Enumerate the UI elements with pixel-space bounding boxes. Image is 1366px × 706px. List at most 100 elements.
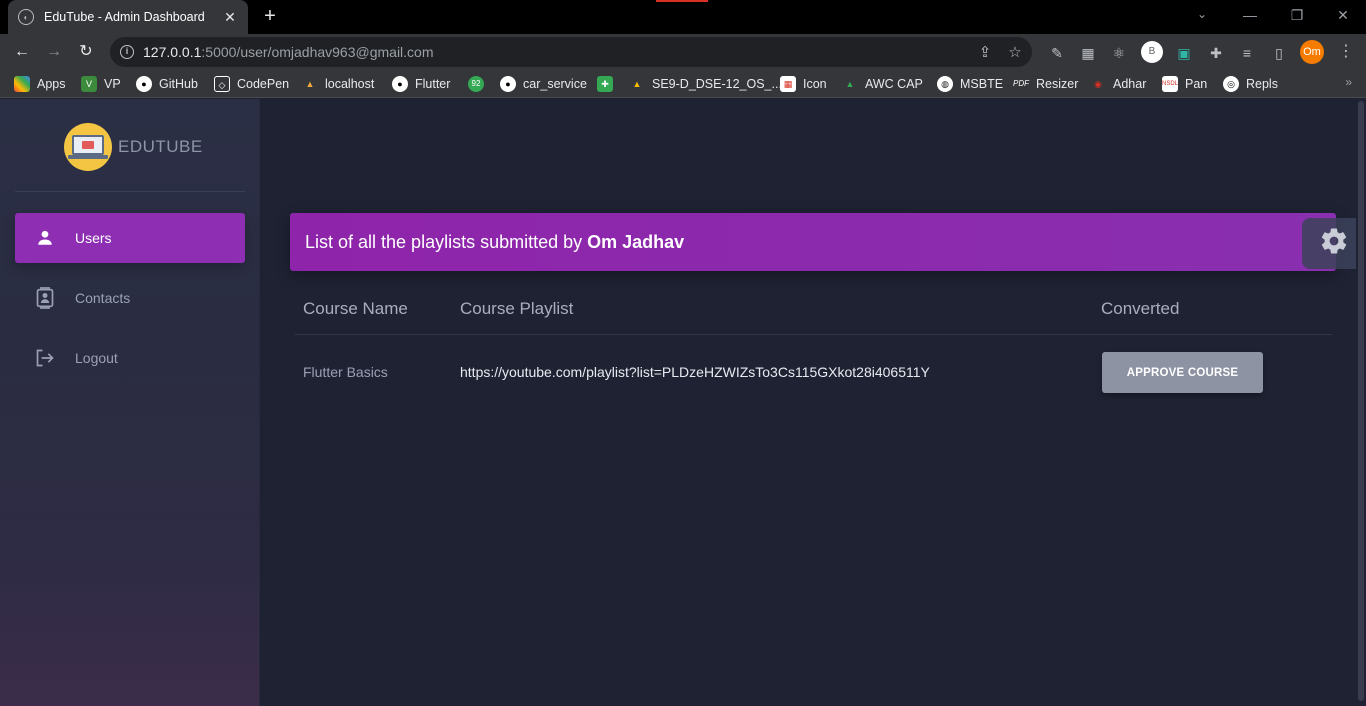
github-icon: ●	[500, 76, 516, 92]
approve-course-button[interactable]: APPROVE COURSE	[1102, 352, 1263, 393]
bookmark-car-service[interactable]: ● car_service	[500, 75, 587, 93]
url-host: 127.0.0.1	[143, 44, 202, 60]
bookmark-label: Resizer	[1036, 77, 1079, 91]
bookmark-repls[interactable]: ◎ Repls	[1223, 75, 1278, 93]
title-prefix: List of all the playlists submitted by	[305, 231, 588, 252]
codepen-icon: ◇	[214, 76, 230, 92]
restore-icon[interactable]: ❐	[1287, 5, 1307, 25]
cell-course-name: Flutter Basics	[303, 364, 388, 380]
bookmark-flutter[interactable]: ● Flutter	[392, 75, 450, 93]
profile-avatar[interactable]: Om	[1300, 40, 1324, 64]
person-icon	[35, 228, 55, 248]
browser-tab-strip: ◐ EduTube - Admin Dashboard ✕ + ⌄ — ❐ ✕	[0, 0, 1366, 34]
card-header: List of all the playlists submitted by O…	[290, 213, 1336, 271]
logo-screen	[72, 135, 104, 155]
tab-search-chevron-icon[interactable]: ⌄	[1197, 7, 1213, 25]
sidebar-item-users[interactable]: Users	[15, 213, 245, 263]
bookmark-github[interactable]: ● GitHub	[136, 75, 198, 93]
bookmark-localhost[interactable]: ▲ localhost	[302, 75, 375, 93]
bookmark-apps[interactable]: Apps	[14, 75, 66, 93]
tab-strip-indicator	[656, 0, 708, 2]
adhar-icon: ◉	[1094, 79, 1102, 89]
contacts-icon	[35, 287, 55, 309]
bookmark-label: AWC CAP	[865, 77, 923, 91]
brand-name: EDUTUBE	[118, 137, 203, 156]
extensions-puzzle-icon[interactable]: ✚	[1206, 43, 1226, 63]
bookmark-star-icon[interactable]: ☆	[1006, 44, 1024, 62]
react-devtools-icon[interactable]: ⚛	[1109, 43, 1129, 63]
replit-icon: ◎	[1223, 76, 1239, 92]
bookmark-label: VP	[104, 77, 121, 91]
sidebar: EDUTUBE Users Contacts Logout	[0, 99, 260, 706]
gear-icon	[1319, 226, 1349, 261]
site-info-icon[interactable]: i	[120, 45, 134, 59]
cell-course-playlist: https://youtube.com/playlist?list=PLDzeH…	[460, 364, 930, 380]
bookmark-label: SE9-D_DSE-12_OS_...	[652, 77, 782, 91]
tab-edutube[interactable]: ◐ EduTube - Admin Dashboard ✕	[8, 0, 248, 34]
apps-grid-icon	[14, 76, 30, 92]
page-content: EDUTUBE Users Contacts Logout List of al…	[0, 99, 1366, 706]
badge-92-icon: 92	[468, 76, 484, 92]
sidebar-item-label: Contacts	[75, 290, 131, 306]
page-scrollbar[interactable]	[1356, 99, 1366, 706]
back-arrow-icon[interactable]: ←	[10, 40, 34, 64]
more-menu-icon[interactable]: ⋮	[1338, 41, 1354, 63]
bookmark-label: CodePen	[237, 77, 290, 91]
logo-base	[68, 155, 108, 159]
title-user: Om Jadhav	[587, 231, 685, 252]
bookmarks-overflow-icon[interactable]: »	[1345, 75, 1352, 89]
bookmark-label: localhost	[325, 77, 375, 91]
extension-pen-icon[interactable]: ✎	[1047, 43, 1067, 63]
extension-teal-icon[interactable]: ▣	[1174, 43, 1194, 63]
minimize-icon[interactable]: —	[1240, 5, 1260, 25]
localhost-icon: ▲	[305, 79, 315, 89]
bookmark-se9[interactable]: ▲ SE9-D_DSE-12_OS_...	[629, 75, 782, 93]
new-tab-button[interactable]: +	[258, 5, 282, 29]
bookmark-label: Icon	[803, 77, 827, 91]
bookmark-pan[interactable]: NSDL Pan	[1162, 75, 1207, 93]
address-bar[interactable]: i 127.0.0.1:5000/user/omjadhav963@gmail.…	[110, 37, 1032, 67]
media-control-icon[interactable]: ≡	[1237, 43, 1257, 63]
pdf-icon: PDF	[1013, 79, 1029, 88]
bookmark-resizer[interactable]: PDF Resizer	[1013, 75, 1078, 93]
main-panel: List of all the playlists submitted by O…	[260, 99, 1366, 706]
bookmark-label: Apps	[37, 77, 66, 91]
bookmark-label: MSBTE	[960, 77, 1004, 91]
extension-grid-icon[interactable]: ▦	[1078, 43, 1098, 63]
bookmark-label: Adhar	[1113, 77, 1147, 91]
bookmark-label: Flutter	[415, 77, 451, 91]
bookmark-green[interactable]: ✚	[597, 75, 620, 93]
icon-site-icon: ▦	[780, 76, 796, 92]
side-panel-icon[interactable]: ▯	[1269, 43, 1289, 63]
column-header-course-name: Course Name	[303, 299, 408, 318]
forward-arrow-icon[interactable]: →	[42, 40, 66, 64]
edutube-logo	[64, 123, 112, 171]
bookmark-vp[interactable]: V VP	[81, 75, 121, 93]
sidebar-item-contacts[interactable]: Contacts	[15, 273, 245, 323]
brand[interactable]: EDUTUBE	[64, 123, 203, 171]
page-favicon-icon: ◐	[18, 9, 34, 25]
scrollbar-thumb[interactable]	[1358, 101, 1364, 701]
tab-close-icon[interactable]: ✕	[222, 9, 238, 26]
table-header-divider	[295, 334, 1332, 335]
bookmark-label: GitHub	[159, 77, 198, 91]
bookmarks-bar: Apps V VP ● GitHub ◇ CodePen ▲ localhost ● Fl…	[0, 70, 1366, 98]
extension-b-icon[interactable]: B	[1141, 41, 1163, 63]
sidebar-item-label: Users	[75, 230, 112, 246]
page-title: List of all the playlists submitted by O…	[305, 232, 684, 253]
bookmark-adhar[interactable]: ◉ Adhar	[1090, 75, 1146, 93]
bookmark-label: Repls	[1246, 77, 1278, 91]
reload-icon[interactable]: ↻	[74, 40, 98, 64]
sidebar-item-logout[interactable]: Logout	[15, 333, 245, 383]
nsdl-icon: NSDL	[1162, 76, 1178, 92]
green-app-icon: ✚	[597, 76, 613, 92]
globe-icon: ◍	[937, 76, 953, 92]
bookmark-msbte[interactable]: ◍ MSBTE	[937, 75, 1003, 93]
bookmark-92[interactable]: 92	[468, 75, 491, 93]
bookmark-codepen[interactable]: ◇ CodePen	[214, 75, 289, 93]
share-icon[interactable]: ⇪	[976, 44, 994, 62]
bookmark-awc-cap[interactable]: ▲ AWC CAP	[842, 75, 923, 93]
close-window-icon[interactable]: ✕	[1333, 5, 1353, 25]
bookmark-icon[interactable]: ▦ Icon	[780, 75, 827, 93]
sidebar-item-label: Logout	[75, 350, 118, 366]
